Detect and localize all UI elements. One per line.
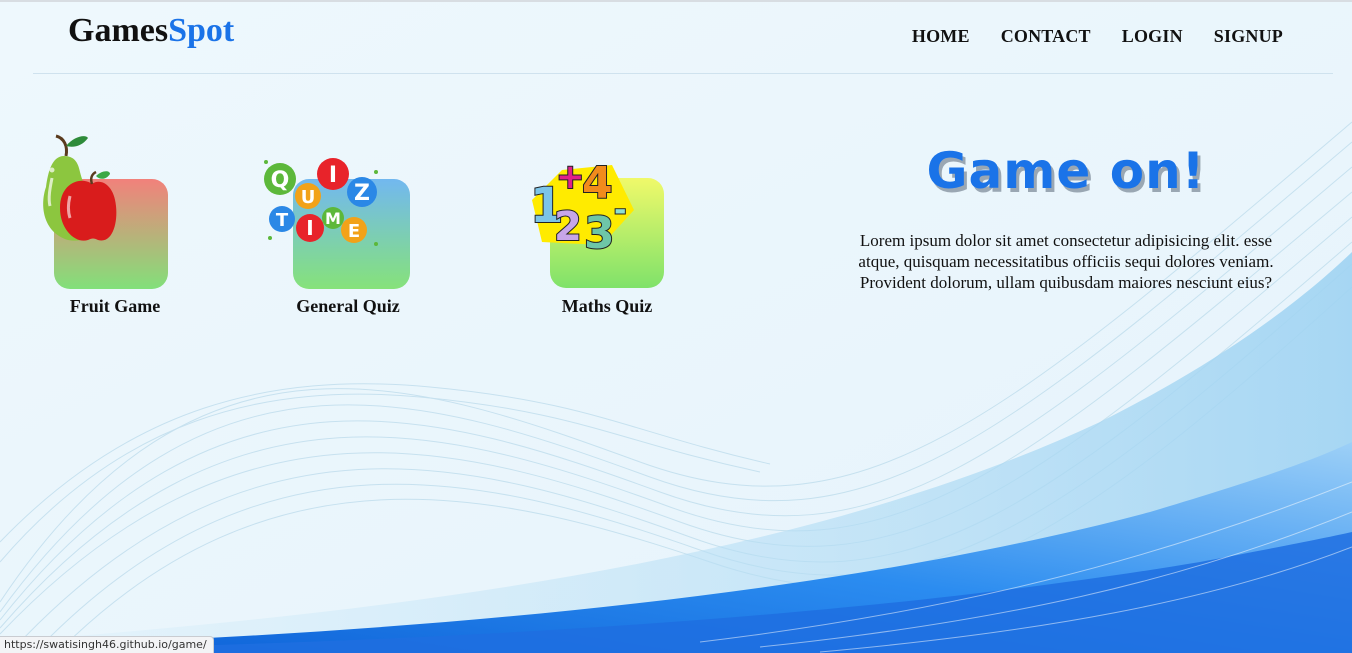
main-nav: HOME CONTACT LOGIN SIGNUP xyxy=(912,26,1283,47)
time-letter-i: I xyxy=(306,216,313,240)
game-card-quiz[interactable]: Q U I Z T I M E General Quiz xyxy=(258,152,438,322)
nav-login[interactable]: LOGIN xyxy=(1122,26,1183,47)
time-letter-t: T xyxy=(276,210,289,231)
game-card-maths[interactable]: 1 + 4 2 3 - Maths Quiz xyxy=(522,150,692,322)
time-letter-e: E xyxy=(348,221,360,242)
nav-home[interactable]: HOME xyxy=(912,26,970,47)
hero-section: Game on! Lorem ipsum dolor sit amet cons… xyxy=(840,142,1292,293)
math-glyph-2: 2 xyxy=(554,204,582,250)
browser-status-url: https://swatisingh46.github.io/game/ xyxy=(0,636,214,653)
brand-name-part2: Spot xyxy=(168,12,235,49)
math-glyph-plus: + xyxy=(556,157,585,197)
game-card-fruit[interactable]: Fruit Game xyxy=(30,132,200,322)
game-label-fruit: Fruit Game xyxy=(69,296,161,316)
numbers-icon: 1 + 4 2 3 - xyxy=(529,156,634,255)
quiz-letter-u: U xyxy=(301,187,316,208)
background-wave-art xyxy=(0,2,1352,653)
site-header: GamesSpot HOME CONTACT LOGIN SIGNUP xyxy=(33,2,1333,74)
game-label-maths: Maths Quiz xyxy=(561,296,653,316)
fruit-icon xyxy=(43,134,117,241)
quiz-time-icon: Q U I Z T I M E xyxy=(264,158,378,246)
math-glyph-minus: - xyxy=(614,193,626,228)
hero-title: Game on! xyxy=(926,142,1206,200)
nav-signup[interactable]: SIGNUP xyxy=(1214,26,1283,47)
brand-logo[interactable]: GamesSpot xyxy=(68,12,234,50)
game-label-quiz: General Quiz xyxy=(296,296,400,316)
time-letter-m: M xyxy=(325,209,341,228)
brand-name-part1: Games xyxy=(68,12,169,49)
math-glyph-3: 3 xyxy=(584,208,615,255)
quiz-letter-i: I xyxy=(329,163,337,188)
quiz-letter-z: Z xyxy=(354,181,370,206)
nav-contact[interactable]: CONTACT xyxy=(1001,26,1091,47)
quiz-letter-q: Q xyxy=(271,168,290,193)
math-glyph-4: 4 xyxy=(582,158,613,209)
hero-text: Lorem ipsum dolor sit amet consectetur a… xyxy=(858,231,1274,292)
